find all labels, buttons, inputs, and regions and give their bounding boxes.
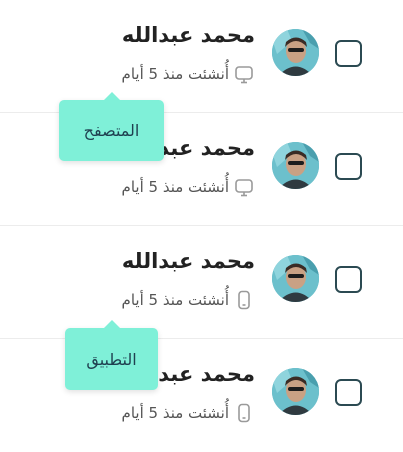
- avatar: [272, 368, 319, 415]
- created-ago-text: أُنشئت منذ 5 أيام: [121, 178, 229, 196]
- list-item: محمد عبدالله أُنشئت منذ 5 أيام: [0, 0, 403, 113]
- row-checkbox[interactable]: [335, 40, 362, 67]
- created-ago-text: أُنشئت منذ 5 أيام: [121, 291, 229, 309]
- row-checkbox[interactable]: [335, 266, 362, 293]
- avatar: [272, 255, 319, 302]
- app-tooltip: التطبيق: [65, 320, 158, 390]
- created-ago-text: أُنشئت منذ 5 أيام: [121, 404, 229, 422]
- phone-icon[interactable]: [233, 402, 255, 424]
- tooltip-text: التطبيق: [86, 349, 137, 369]
- created-ago-text: أُنشئت منذ 5 أيام: [121, 65, 229, 83]
- row-checkbox[interactable]: [335, 153, 362, 180]
- monitor-icon[interactable]: [233, 63, 255, 85]
- avatar: [272, 142, 319, 189]
- monitor-icon[interactable]: [233, 176, 255, 198]
- user-name: محمد عبدالله: [121, 249, 255, 273]
- list-item: محمد عبدالله أُنشئت منذ 5 أيام: [0, 339, 403, 452]
- session-meta: أُنشئت منذ 5 أيام: [122, 289, 255, 311]
- avatar: [272, 29, 319, 76]
- tooltip-text: المتصفح: [83, 121, 140, 140]
- row-checkbox[interactable]: [335, 379, 362, 406]
- user-name: محمد عبدالله: [121, 23, 255, 47]
- session-list: محمد عبدالله أُنشئت منذ 5 أيام محمد عبدا…: [0, 0, 403, 452]
- session-meta: أُنشئت منذ 5 أيام: [122, 63, 255, 85]
- phone-icon[interactable]: [233, 289, 255, 311]
- session-meta: أُنشئت منذ 5 أيام: [122, 402, 255, 424]
- session-meta: أُنشئت منذ 5 أيام: [122, 176, 255, 198]
- list-item: محمد عبدالله أُنشئت منذ 5 أيام: [0, 226, 403, 339]
- browser-tooltip: المتصفح: [59, 92, 164, 161]
